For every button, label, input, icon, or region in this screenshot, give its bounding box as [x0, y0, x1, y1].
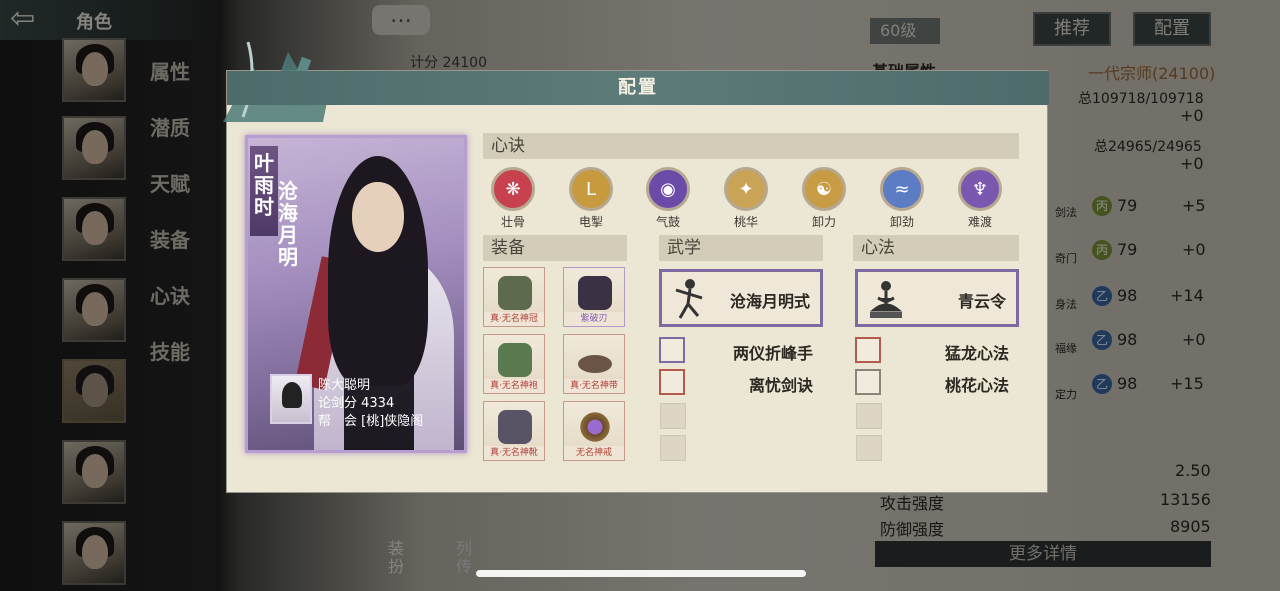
belt-icon — [578, 355, 612, 373]
lotus-icon — [855, 369, 881, 395]
xinjue-slot[interactable]: ✦ 桃华 — [716, 167, 776, 230]
equip-label: 真·无名神靴 — [484, 446, 544, 460]
xinjue-slot[interactable]: ♆ 难渡 — [950, 167, 1010, 230]
martial-main-slot[interactable]: 沧海月明式 — [659, 269, 823, 327]
xinjue-slot[interactable]: ❋ 壮骨 — [483, 167, 543, 230]
martial-sub-name: 两仪折峰手 — [732, 344, 813, 363]
xinjue-icon: ♆ — [971, 178, 989, 200]
robe-icon — [498, 343, 532, 377]
character-name: 叶雨时 — [254, 151, 274, 219]
modal-title: 配置 — [227, 71, 1049, 105]
equip-slot-ring[interactable]: 无名神戒 — [563, 401, 625, 461]
xinjue-icon: ❋ — [505, 178, 521, 200]
equip-slot-belt[interactable]: 真·无名神带 — [563, 334, 625, 394]
meditation-icon — [869, 281, 903, 318]
player-score: 论剑分 4334 — [318, 396, 395, 411]
xinjue-header: 心诀 — [483, 133, 1019, 159]
mind-main-name: 青云令 — [957, 292, 1006, 311]
xinjue-slot[interactable]: L 电掣 — [561, 167, 621, 230]
xinjue-icon: L — [585, 178, 597, 200]
equip-slot-weapon[interactable]: 紫破刃 — [563, 267, 625, 327]
fist-icon — [659, 337, 685, 363]
empty-martial-slot[interactable] — [660, 403, 686, 429]
mind-sub-name: 猛龙心法 — [944, 344, 1009, 363]
xinjue-label: 壮骨 — [500, 215, 525, 229]
sword-icon — [659, 369, 685, 395]
equip-label: 紫破刃 — [564, 312, 624, 326]
mind-main-slot[interactable]: 青云令 — [855, 269, 1019, 327]
face-decor — [352, 182, 404, 252]
player-info: 陈大聪明 论剑分 4334 帮 会 [桃]侠隐阁 — [270, 370, 450, 430]
xinjue-label: 卸劲 — [889, 215, 914, 229]
xinjue-slot[interactable]: ≈ 卸劲 — [872, 167, 932, 230]
player-guild: 帮 会 [桃]侠隐阁 — [318, 414, 424, 429]
equip-header: 装备 — [483, 235, 627, 261]
config-modal: 配置 叶雨时 沧海月明 陈大聪明 论剑分 4334 帮 会 [桃]侠隐阁 心诀 … — [223, 41, 1049, 493]
player-name: 陈大聪明 — [318, 378, 371, 393]
xinjue-slot[interactable]: ☯ 卸力 — [794, 167, 854, 230]
mind-sub-slot[interactable]: 桃花心法 — [855, 369, 1019, 395]
martial-sub-name: 离忧剑诀 — [748, 376, 813, 395]
xinjue-icon: ☯ — [815, 178, 833, 200]
martial-sub-slot[interactable]: 离忧剑诀 — [659, 369, 823, 395]
equip-label: 真·无名神冠 — [484, 312, 544, 326]
martial-header: 武学 — [659, 235, 823, 261]
mind-sub-slot[interactable]: 猛龙心法 — [855, 337, 1019, 363]
dragon-icon — [855, 337, 881, 363]
xinjue-icon: ✦ — [738, 178, 754, 200]
xinjue-icon: ≈ — [894, 178, 910, 200]
xinjue-slot[interactable]: ◉ 气鼓 — [638, 167, 698, 230]
player-avatar — [270, 374, 312, 424]
character-style: 沧海月明 — [278, 179, 298, 269]
xinjue-label: 桃华 — [733, 215, 758, 229]
empty-mind-slot[interactable] — [856, 403, 882, 429]
mind-sub-name: 桃花心法 — [944, 376, 1009, 395]
xinjue-label: 气鼓 — [655, 215, 680, 229]
martial-sub-slot[interactable]: 两仪折峰手 — [659, 337, 823, 363]
empty-martial-slot[interactable] — [660, 435, 686, 461]
hat-icon — [498, 276, 532, 310]
empty-mind-slot[interactable] — [856, 435, 882, 461]
equip-slot-robe[interactable]: 真·无名神袍 — [483, 334, 545, 394]
ring-icon — [578, 410, 612, 444]
equip-label: 真·无名神袍 — [484, 379, 544, 393]
xinjue-label: 卸力 — [811, 215, 836, 229]
equip-slot-hat[interactable]: 真·无名神冠 — [483, 267, 545, 327]
martial-main-name: 沧海月明式 — [729, 292, 810, 311]
equip-label: 无名神戒 — [564, 446, 624, 460]
mind-header: 心法 — [853, 235, 1019, 261]
xinjue-label: 难渡 — [967, 215, 992, 229]
character-card: 叶雨时 沧海月明 陈大聪明 论剑分 4334 帮 会 [桃]侠隐阁 — [245, 135, 467, 453]
xinjue-icon: ◉ — [660, 178, 676, 200]
blade-icon — [578, 276, 612, 310]
xinjue-label: 电掣 — [578, 215, 603, 229]
equip-slot-boots[interactable]: 真·无名神靴 — [483, 401, 545, 461]
martial-figure-icon — [675, 279, 703, 319]
equip-label: 真·无名神带 — [564, 379, 624, 393]
boots-icon — [498, 410, 532, 444]
home-indicator[interactable] — [476, 570, 806, 577]
